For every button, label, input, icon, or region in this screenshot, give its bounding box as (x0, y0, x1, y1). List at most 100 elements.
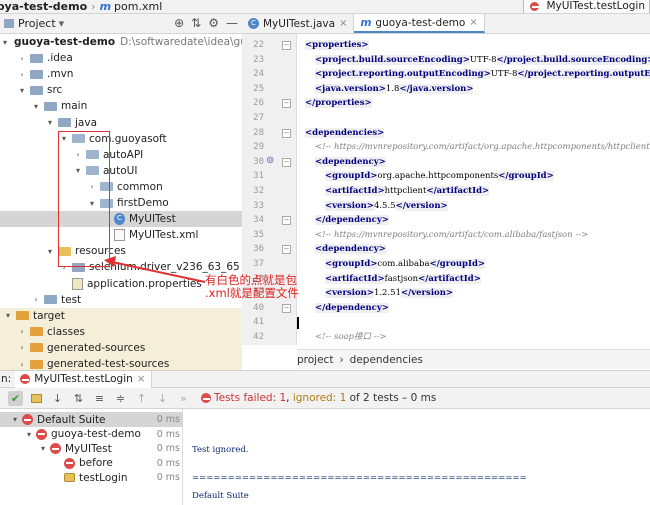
chevron-right-icon[interactable]: › (17, 70, 27, 79)
chevron-down-icon[interactable]: ▾ (17, 86, 27, 95)
code-line: <!-- soap接口 --> (315, 330, 387, 345)
tree-item[interactable]: ▾ guoya-test-demo D:\softwaredate\idea\guo… (0, 34, 242, 50)
chevron-right-icon[interactable]: › (17, 54, 27, 63)
chevron-down-icon[interactable]: ▾ (3, 311, 13, 320)
fold-marker-icon[interactable]: − (282, 99, 291, 109)
xml-tag: <version> (325, 200, 374, 211)
test-tree-item[interactable]: before 0 ms (0, 456, 183, 471)
folder-icon (30, 359, 43, 369)
chevron-right-icon[interactable]: › (17, 360, 27, 369)
tree-item[interactable]: ▾ resources (0, 243, 242, 259)
tree-item[interactable]: ▾ com.guoyasoft (0, 131, 242, 147)
line-number: 36 (253, 244, 264, 255)
chevron-down-icon[interactable]: ▾ (45, 118, 55, 127)
close-icon[interactable]: × (469, 17, 477, 28)
xml-tag: </project.build.sourceEncoding> (496, 54, 650, 65)
collapse-all-icon[interactable]: ⇅ (191, 16, 201, 30)
tree-item[interactable]: › .mvn (0, 66, 242, 82)
tree-item[interactable]: › autoAPI (0, 147, 242, 163)
chevron-down-icon[interactable]: ▾ (38, 444, 48, 453)
tree-item-label: src (47, 84, 63, 97)
code-line: <artifactId>httpclient</artifactId> (325, 184, 490, 199)
tree-item[interactable]: › generated-sources (0, 339, 242, 356)
next-failed-icon[interactable]: ↓ (155, 391, 170, 406)
chevron-down-icon[interactable]: ▾ (59, 17, 65, 30)
tree-item[interactable]: ▾ firstDemo (0, 195, 242, 211)
annotation-box (58, 131, 110, 267)
code-line: <version>1.2.51</version> (325, 286, 454, 301)
tab-pom-xml[interactable]: m guoya-test-demo × (354, 14, 485, 33)
show-passed-icon[interactable]: ✔ (8, 390, 23, 406)
chevron-right-icon[interactable]: › (17, 343, 27, 352)
expand-all-icon[interactable]: ≡ (92, 391, 107, 406)
run-tab-label: MyUITest.testLogin (34, 373, 133, 385)
tree-item[interactable]: › generated-test-sources (0, 356, 242, 370)
project-tree: ▾ guoya-test-demo D:\softwaredate\idea\guo… (0, 34, 242, 370)
chevron-down-icon[interactable]: ▾ (3, 38, 7, 47)
test-tree-item[interactable]: ▾ guoya-test-demo 0 ms (0, 427, 183, 442)
run-tab[interactable]: MyUITest.testLogin × (15, 370, 152, 388)
folder-icon (30, 53, 43, 63)
tree-item-label: .mvn (47, 68, 74, 81)
tree-item-path: D:\softwaredate\idea\guoya-te (120, 36, 242, 48)
collapse-all-icon[interactable]: ≑ (113, 391, 128, 406)
chevron-right-icon[interactable]: › (31, 295, 41, 304)
test-console: Test ignored. ===========================… (184, 409, 650, 505)
code-line: <dependencies> (305, 126, 385, 141)
show-ignored-icon[interactable] (29, 391, 44, 406)
breadcrumb-project-tag[interactable]: project (297, 354, 333, 366)
chevron-down-icon[interactable]: ▾ (24, 430, 34, 439)
code-editor[interactable]: <properties> <project.build.sourceEncodin… (297, 34, 650, 345)
xml-tag: <project.reporting.outputEncoding> (315, 69, 491, 80)
fold-marker-icon[interactable]: − (282, 245, 291, 255)
close-icon[interactable]: × (339, 18, 347, 29)
tree-item[interactable]: ▾ java (0, 115, 242, 131)
fold-marker-icon[interactable]: − (282, 41, 291, 50)
test-fail-icon (20, 374, 31, 384)
run-configuration-select[interactable]: MyUITest.testLogin (523, 0, 650, 13)
tree-item[interactable]: ▾ target (0, 307, 242, 324)
fold-marker-icon[interactable]: − (282, 216, 291, 226)
chevron-down-icon[interactable]: ▾ (45, 247, 55, 256)
previous-failed-icon[interactable]: ↑ (134, 391, 149, 406)
tab-myuitest-java[interactable]: C MyUITest.java × (242, 14, 355, 33)
tree-item[interactable]: ▾ autoUI (0, 163, 242, 179)
fold-marker-icon[interactable]: − (282, 128, 291, 138)
breadcrumb-file[interactable]: pom.xml (114, 0, 162, 13)
fold-marker-icon[interactable]: − (282, 157, 291, 167)
tree-item[interactable]: MyUITest.xml (0, 227, 242, 243)
tree-item[interactable]: › classes (0, 323, 242, 340)
tree-item[interactable]: ▾ main (0, 98, 242, 114)
sort-alphabetically-icon[interactable]: ↓ (50, 391, 65, 406)
test-fail-icon (64, 457, 75, 469)
locate-icon[interactable]: ⊕ (174, 16, 184, 30)
xml-tag: </artifactId> (418, 273, 481, 284)
chevron-down-icon[interactable]: ▾ (10, 415, 20, 424)
test-results-tree: ▾ Default Suite 0 ms ▾ guoya-test-demo 0 ms ▾ M… (0, 409, 183, 505)
breadcrumb-dependencies-tag[interactable]: dependencies (350, 354, 423, 366)
tree-item[interactable]: › common (0, 179, 242, 195)
tree-item-label: MyUITest.xml (129, 229, 199, 242)
gear-icon[interactable]: ⚙ (208, 16, 219, 30)
project-panel-title[interactable]: Project (18, 17, 56, 30)
close-icon[interactable]: × (137, 373, 146, 385)
sort-by-duration-icon[interactable]: ⇅ (71, 391, 86, 406)
fold-marker-icon[interactable]: − (282, 303, 291, 313)
test-tree-item[interactable]: testLogin 0 ms (0, 470, 183, 485)
xml-tag: <dependencies> (305, 127, 385, 138)
chevron-down-icon[interactable]: ▾ (31, 102, 41, 111)
xml-tag: </version> (395, 200, 448, 211)
tree-item[interactable]: › .idea (0, 50, 242, 66)
xml-tag: <project.build.sourceEncoding> (315, 54, 470, 65)
maven-dependency-icon[interactable]: ⊚ (266, 155, 274, 166)
hide-panel-icon[interactable]: — (226, 16, 238, 30)
test-tree-item[interactable]: ▾ MyUITest 0 ms (0, 441, 183, 456)
breadcrumb-project[interactable]: oya-test-demo (0, 0, 87, 13)
tree-item[interactable]: ▾ src (0, 82, 242, 98)
chevron-right-icon[interactable]: › (17, 327, 27, 336)
xml-tag: <dependency> (315, 156, 386, 167)
test-duration: 0 ms (156, 414, 180, 425)
more-icon[interactable]: » (176, 391, 191, 406)
test-tree-item[interactable]: ▾ Default Suite 0 ms (0, 412, 183, 427)
tree-item[interactable]: C MyUITest (0, 211, 242, 228)
